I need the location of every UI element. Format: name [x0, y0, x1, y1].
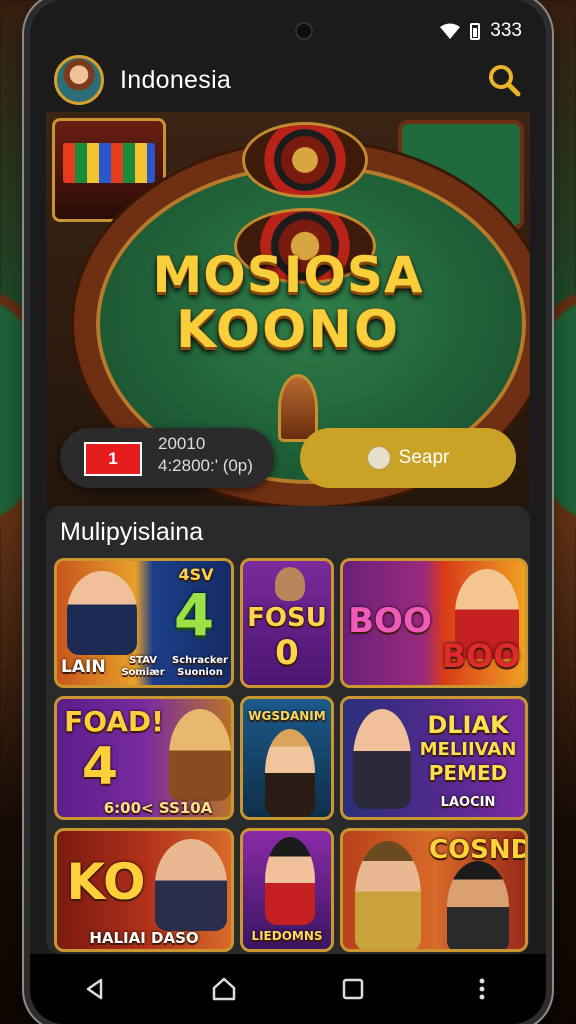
phone-frame: 333 Indonesia MOSIOSA KOONO 1 20010 4:28… [30, 0, 546, 1024]
back-button[interactable] [75, 969, 115, 1009]
overflow-menu-button[interactable] [462, 969, 502, 1009]
game-tile[interactable]: KO HALIAI DASO [54, 828, 234, 952]
character-image [265, 729, 315, 817]
search-button-label: Seapr [398, 447, 450, 468]
stats-pill[interactable]: 1 20010 4:2800:' (0p) [60, 428, 274, 488]
game-tile[interactable]: FOSU 0 [240, 558, 334, 688]
stats-line2: 4:2800:' (0p) [158, 456, 253, 475]
hero-logo-line2: KOONO [175, 300, 401, 360]
character-image [265, 837, 315, 925]
wifi-icon [440, 23, 461, 39]
status-bar: 333 [30, 0, 546, 50]
table-post-image [278, 374, 318, 442]
hero-logo-line1: MOSIOSA [152, 246, 424, 304]
back-icon [86, 978, 102, 1000]
home-button[interactable] [204, 969, 244, 1009]
roulette-wheel-icon [242, 122, 368, 198]
search-button[interactable]: Seapr [300, 428, 516, 488]
game-tile[interactable]: FOAD! 4 6:00< SS10A [54, 696, 234, 820]
signal-text: 333 [490, 20, 522, 41]
search-icon[interactable] [484, 60, 524, 100]
character-image [275, 567, 305, 601]
recents-icon [342, 978, 363, 1000]
character-image [67, 571, 137, 655]
battery-icon [470, 22, 481, 40]
game-tile[interactable]: LIEDOMNS [240, 828, 334, 952]
hero-logo: MOSIOSA KOONO [46, 250, 530, 356]
character-image [169, 709, 231, 801]
game-tile[interactable]: 4SV 4 LAIN STAV Somiær Schracker Suonion [54, 558, 234, 688]
flag-badge: 1 [84, 442, 142, 476]
character-image [155, 839, 227, 931]
games-panel: Mulipyislaina 4SV 4 LAIN STAV Somiær Sch… [46, 506, 530, 954]
more-vert-icon [479, 978, 484, 1000]
sad-face-icon [366, 446, 391, 470]
character-image [447, 861, 509, 949]
character-image [353, 709, 411, 809]
avatar[interactable] [54, 55, 104, 105]
app-header: Indonesia [30, 50, 546, 110]
section-title: Mulipyislaina [60, 518, 204, 546]
front-camera [295, 22, 313, 40]
character-image [355, 841, 421, 949]
game-tile[interactable]: BOO BOO [340, 558, 528, 688]
home-icon [212, 977, 235, 1001]
recents-button[interactable] [333, 969, 373, 1009]
game-tile[interactable]: DLIAK MELIIVAN PEMED LAOCIN [340, 696, 528, 820]
system-nav-bar [30, 954, 546, 1024]
game-tile[interactable]: WGSDANIM [240, 696, 334, 820]
game-tile[interactable]: COSND [340, 828, 528, 952]
page-title: Indonesia [120, 65, 232, 94]
stats-line1: 20010 [158, 434, 206, 453]
